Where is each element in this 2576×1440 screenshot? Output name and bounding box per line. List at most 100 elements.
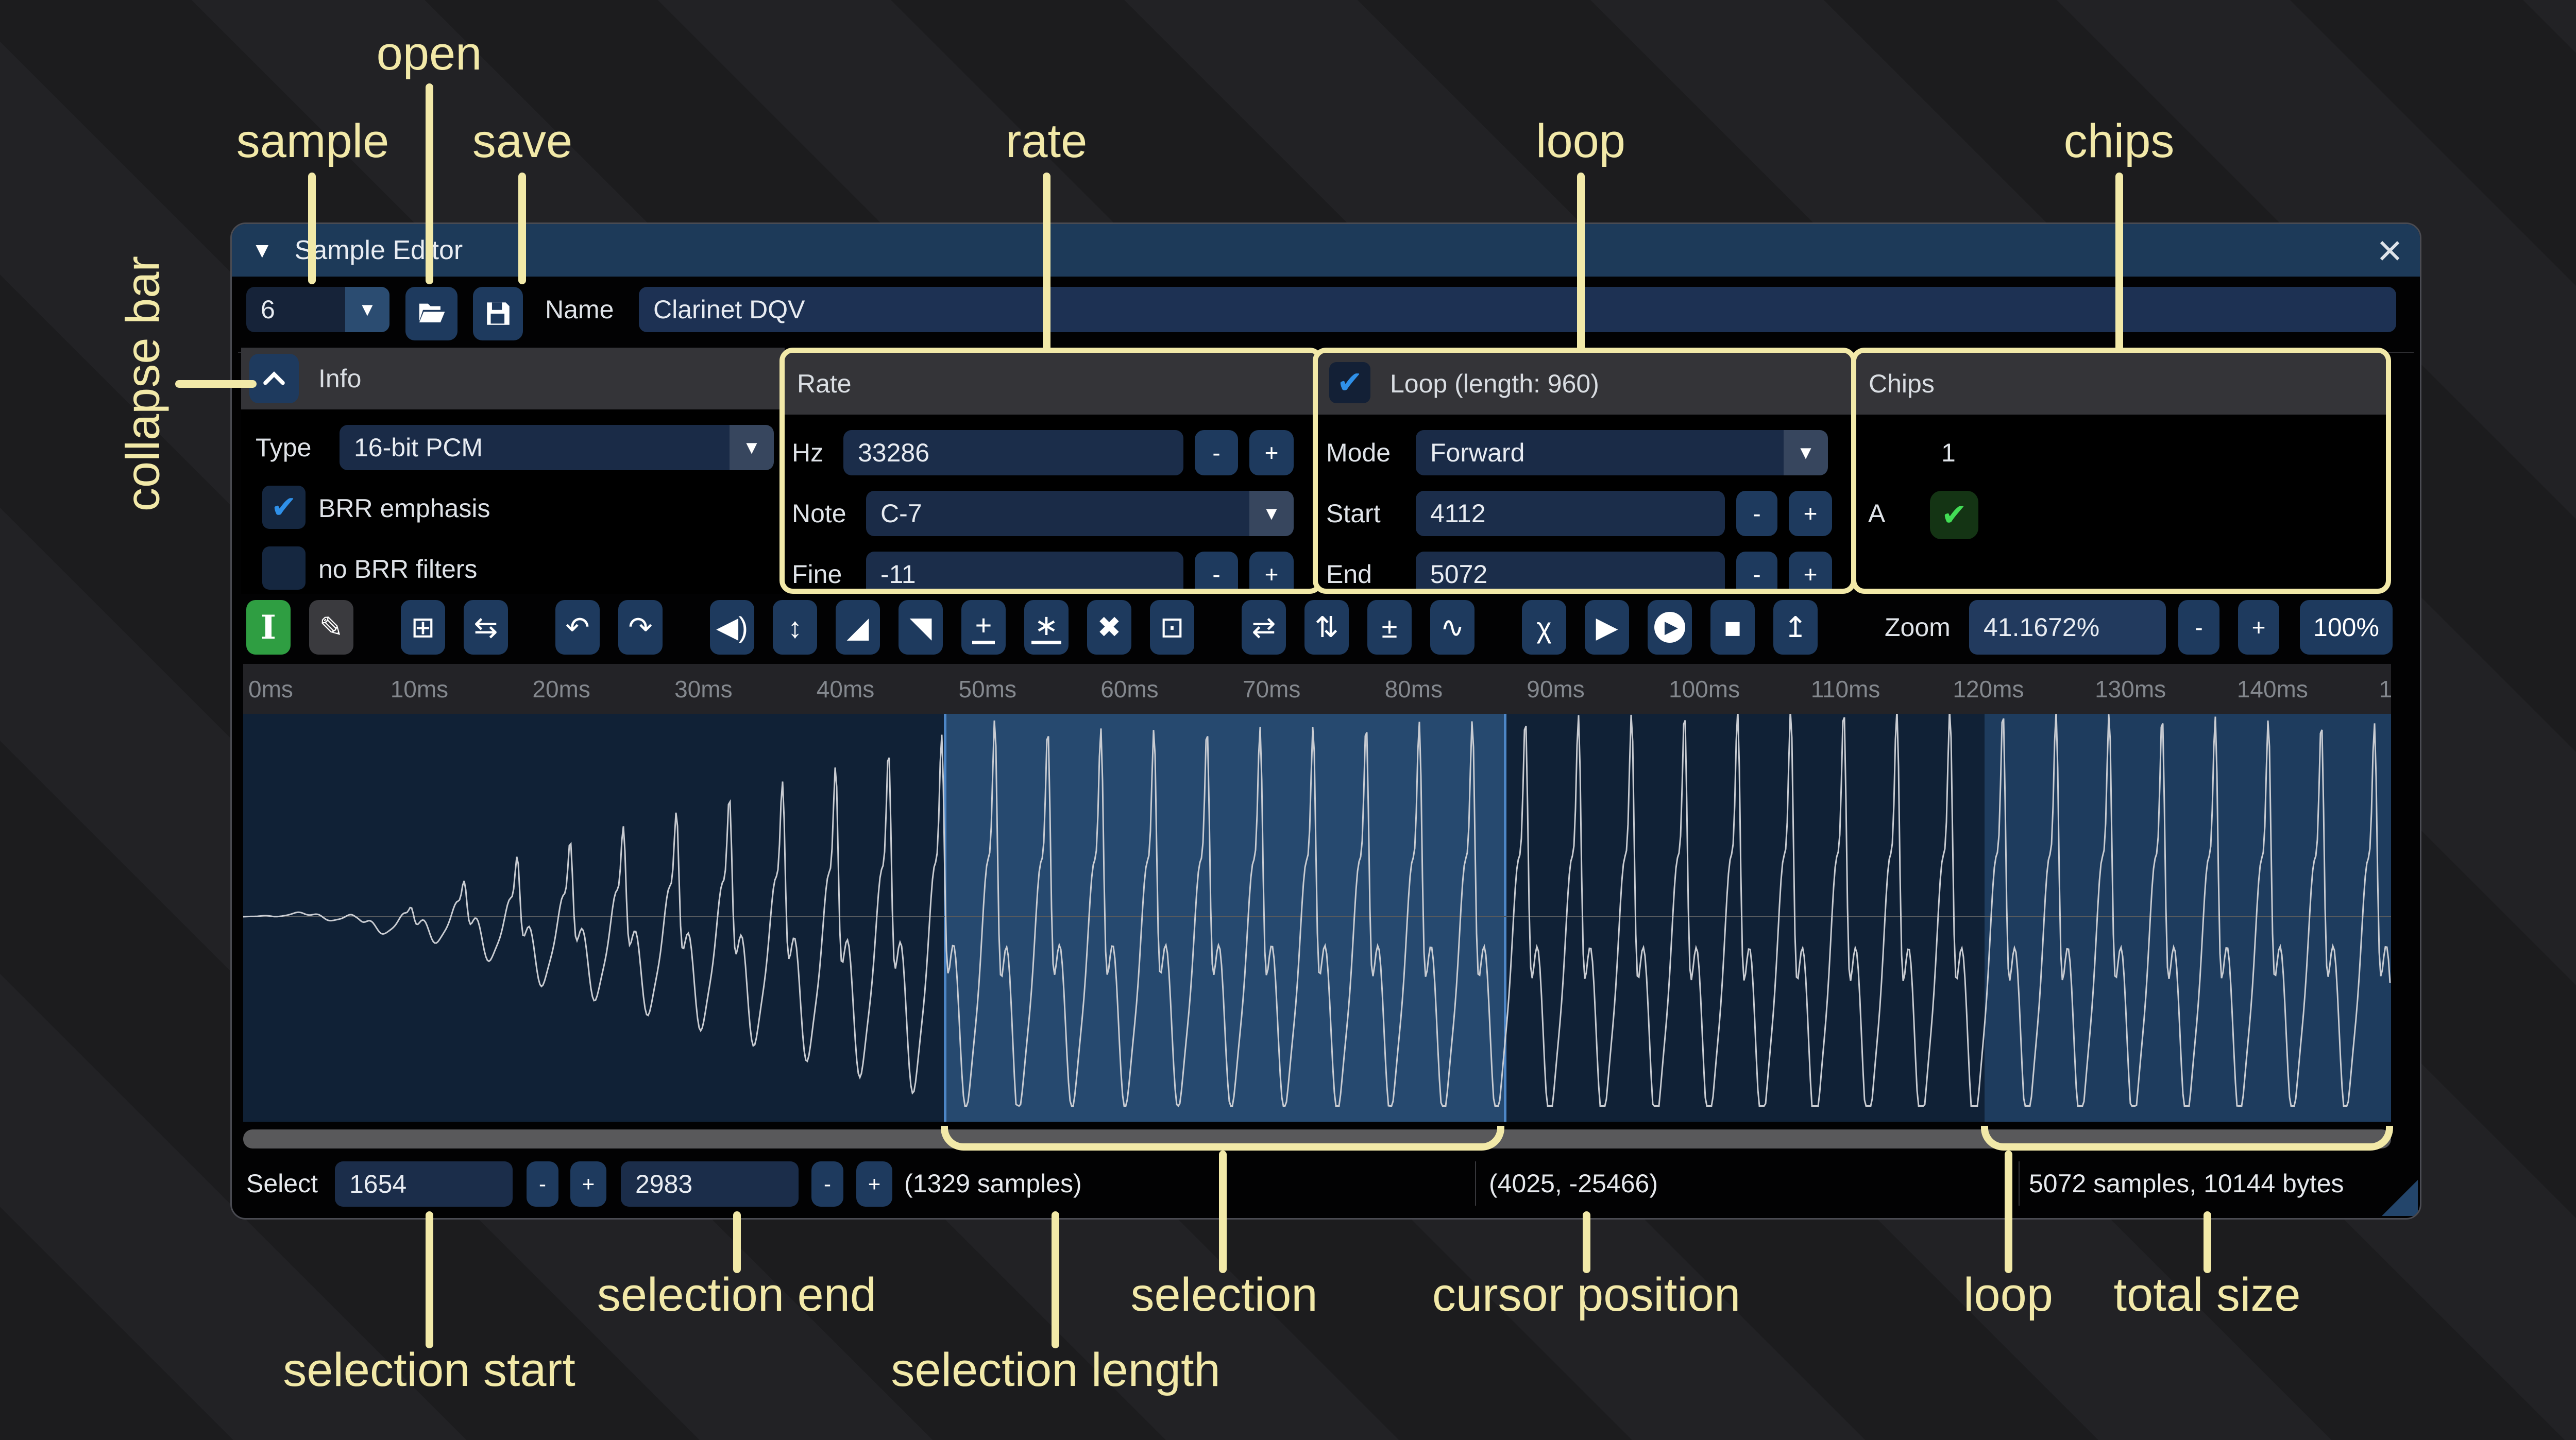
selection-end-input[interactable]: 2983: [621, 1161, 799, 1207]
normalize-button[interactable]: ↕: [773, 600, 817, 655]
stop-preview-icon: ■: [1724, 611, 1741, 644]
create-instrument-button[interactable]: ↥: [1773, 600, 1818, 655]
collapse-bar-button[interactable]: [249, 354, 299, 403]
note-label: Note: [792, 491, 846, 536]
chevron-down-icon[interactable]: ▼: [345, 287, 389, 332]
timeline-tick: 40ms: [817, 664, 874, 714]
fade-out-icon: ◥: [909, 610, 931, 644]
window-resize-grip[interactable]: [2382, 1180, 2418, 1216]
selection-start-minus-button[interactable]: -: [527, 1161, 558, 1207]
chip-row-label: A: [1868, 491, 1885, 536]
selection-start-plus-button[interactable]: +: [570, 1161, 606, 1207]
name-input[interactable]: Clarinet DQV: [639, 287, 2396, 332]
preview-sample-button[interactable]: ▶: [1585, 600, 1629, 655]
redo-button[interactable]: ↷: [618, 600, 663, 655]
annotation-selection-length: selection length: [891, 1343, 1220, 1397]
screenshot-root: ▼ Sample Editor × 6 ▼ Name Clarinet DQV: [0, 0, 2576, 1440]
zoom-out-button[interactable]: -: [2178, 600, 2219, 655]
reverse-icon: ⇄: [1252, 610, 1276, 644]
trim-icon: ⊡: [1160, 610, 1184, 644]
timeline-ruler[interactable]: 0ms10ms20ms30ms40ms50ms60ms70ms80ms90ms1…: [243, 664, 2391, 714]
stop-preview-button[interactable]: ■: [1710, 600, 1755, 655]
loop-end-input[interactable]: 5072: [1416, 552, 1725, 594]
annotation-line-chips: [2115, 173, 2123, 353]
hz-label: Hz: [792, 430, 823, 475]
timeline-tick: 150ms: [2379, 664, 2392, 714]
signed-unsigned-icon: ±: [1382, 611, 1398, 644]
delete-button[interactable]: ✖: [1087, 600, 1131, 655]
annotation-sample: sample: [236, 114, 389, 168]
fade-out-button[interactable]: ◥: [899, 600, 943, 655]
hz-minus-button[interactable]: -: [1195, 430, 1238, 475]
trim-button[interactable]: ⊡: [1150, 600, 1194, 655]
resize-button[interactable]: ⊞: [401, 600, 445, 655]
fade-in-button[interactable]: ◢: [836, 600, 880, 655]
delete-icon: ✖: [1097, 610, 1122, 644]
selection-end-plus-button[interactable]: +: [856, 1161, 892, 1207]
fine-input[interactable]: -11: [866, 552, 1183, 594]
fine-minus-button[interactable]: -: [1195, 552, 1238, 594]
apply-filter-icon: ∿: [1440, 610, 1465, 644]
reverse-button[interactable]: ⇄: [1242, 600, 1286, 655]
status-separator: [1475, 1161, 1476, 1206]
loop-start-minus-button[interactable]: -: [1736, 491, 1777, 536]
hz-input[interactable]: 33286: [843, 430, 1183, 475]
check-icon: ✔: [1941, 497, 1967, 533]
rate-panel: Rate Hz 33286 - + Note C-7 ▼ Fine -11 - …: [779, 348, 1323, 594]
folder-open-icon: [417, 299, 447, 329]
timeline-tick: 100ms: [1669, 664, 1740, 714]
type-combo[interactable]: 16-bit PCM ▼: [340, 425, 774, 470]
loop-start-plus-button[interactable]: +: [1789, 491, 1832, 536]
undo-button[interactable]: ↶: [555, 600, 600, 655]
note-combo[interactable]: C-7 ▼: [866, 491, 1294, 536]
insert-silence-button[interactable]: +: [961, 600, 1006, 655]
selection-length-text: (1329 samples): [904, 1158, 1082, 1209]
apply-filter-button[interactable]: ∿: [1430, 600, 1475, 655]
open-sample-button[interactable]: [405, 287, 457, 340]
loop-end-plus-button[interactable]: +: [1789, 552, 1832, 594]
selection-start-input[interactable]: 1654: [335, 1161, 513, 1207]
zoom-reset-button[interactable]: 100%: [2300, 600, 2393, 655]
loop-panel: ✔ Loop (length: 960) Mode Forward ▼ Star…: [1313, 348, 1856, 594]
edit-mode-select-button[interactable]: I: [246, 600, 291, 655]
fine-plus-button[interactable]: +: [1249, 552, 1294, 594]
hz-plus-button[interactable]: +: [1249, 430, 1294, 475]
loop-mode-value: Forward: [1430, 438, 1524, 468]
apply-silence-button[interactable]: ∗: [1024, 600, 1069, 655]
loop-start-input[interactable]: 4112: [1416, 491, 1725, 536]
note-value: C-7: [880, 499, 922, 528]
resample-button[interactable]: ⇆: [464, 600, 508, 655]
apply-silence-icon: ∗: [1031, 611, 1062, 644]
no-brr-filters-checkbox[interactable]: [262, 546, 306, 590]
status-bar: Select 1654 - + 2983 - + (1329 samples) …: [232, 1158, 2420, 1209]
edit-mode-draw-button[interactable]: ✎: [309, 600, 353, 655]
type-value: 16-bit PCM: [354, 433, 483, 462]
close-button[interactable]: ×: [2377, 224, 2402, 277]
invert-button[interactable]: ⇅: [1304, 600, 1349, 655]
window-collapse-icon[interactable]: ▼: [251, 238, 273, 263]
amplify-button[interactable]: ◀): [710, 600, 754, 655]
titlebar[interactable]: ▼ Sample Editor ×: [232, 224, 2420, 277]
loop-end-minus-button[interactable]: -: [1736, 552, 1777, 594]
brr-emphasis-checkbox[interactable]: ✔: [262, 486, 306, 529]
chip-enable-checkbox[interactable]: ✔: [1930, 491, 1978, 539]
zoom-in-button[interactable]: +: [2238, 600, 2279, 655]
name-label: Name: [545, 287, 614, 332]
annotation-total-size: total size: [2113, 1268, 2300, 1322]
loop-enable-checkbox[interactable]: ✔: [1329, 362, 1370, 403]
save-sample-button[interactable]: [473, 287, 523, 340]
zoom-label: Zoom: [1885, 600, 1951, 655]
annotation-line-rate: [1043, 173, 1050, 353]
chips-header: Chips: [1856, 353, 2386, 415]
timeline-tick: 20ms: [532, 664, 590, 714]
crossfade-icon: χ: [1536, 611, 1551, 644]
crossfade-button[interactable]: χ: [1522, 600, 1566, 655]
waveform-view[interactable]: [243, 714, 2391, 1122]
zoom-input[interactable]: 41.1672%: [1969, 600, 2166, 655]
selection-end-minus-button[interactable]: -: [811, 1161, 843, 1207]
preview-dry-button[interactable]: ▶: [1648, 600, 1692, 655]
sample-number-combo[interactable]: 6 ▼: [246, 287, 389, 332]
signed-unsigned-button[interactable]: ±: [1367, 600, 1412, 655]
loop-mode-combo[interactable]: Forward ▼: [1416, 430, 1828, 475]
loop-end-label: End: [1326, 552, 1372, 594]
